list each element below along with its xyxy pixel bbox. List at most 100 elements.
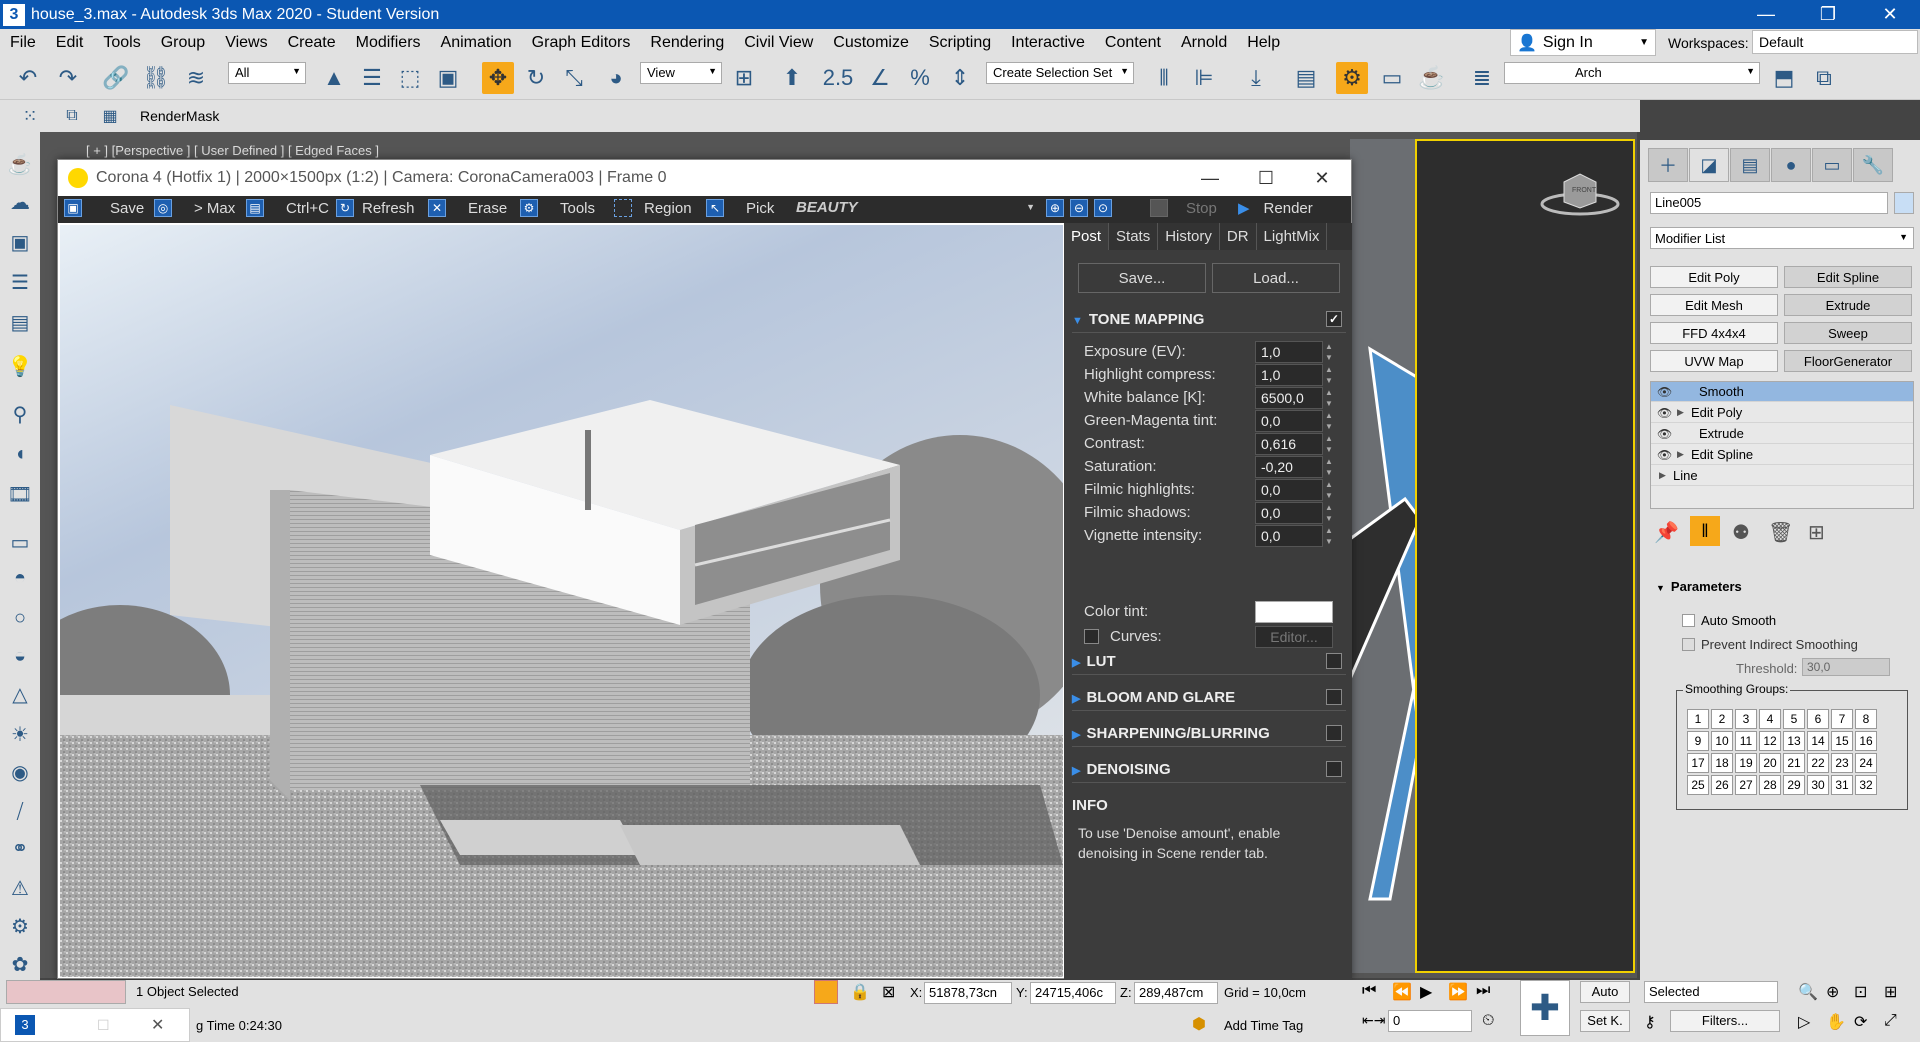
angle-snap-icon[interactable]: ∠ (864, 62, 896, 94)
teapot-icon[interactable]: ☕ (6, 150, 34, 178)
spinner-icon[interactable]: ▲ ▼ (1325, 410, 1333, 432)
menu-item-rendering[interactable]: Rendering (640, 29, 734, 56)
render-production-icon[interactable]: ☕ (1416, 62, 1448, 94)
eye-icon[interactable]: 👁 (1657, 406, 1677, 420)
menu-item-graph-editors[interactable]: Graph Editors (522, 29, 641, 56)
menu-item-modifiers[interactable]: Modifiers (346, 29, 431, 56)
smoothing-group-button[interactable]: 30 (1807, 775, 1829, 795)
window-crossing-icon[interactable]: ▣ (432, 62, 464, 94)
menu-item-interactive[interactable]: Interactive (1001, 29, 1095, 56)
denoising-section[interactable]: ▶ DENOISING (1072, 761, 1346, 783)
list-icon[interactable]: ☰ (6, 268, 34, 296)
render-setup-icon[interactable]: ⚙ (1336, 62, 1368, 94)
y-coordinate-field[interactable]: 24715,406c (1030, 982, 1116, 1004)
eye-icon[interactable]: 👁 (1657, 385, 1677, 399)
scale-icon[interactable]: ⤡ (558, 62, 590, 94)
zoom-extents-all-icon[interactable]: ⊞ (1884, 982, 1897, 1002)
disk-icon[interactable]: ◉ (6, 758, 34, 786)
time-config-icon[interactable]: ⏲ (1482, 1012, 1494, 1030)
menu-item-help[interactable]: Help (1237, 29, 1290, 56)
key-mode-toggle-icon[interactable]: ⚷ (1644, 1012, 1656, 1032)
color-tint-swatch[interactable] (1255, 601, 1333, 623)
bloom-glare-section[interactable]: ▶ BLOOM AND GLARE (1072, 689, 1346, 711)
param-value-field[interactable]: 0,0 (1255, 525, 1323, 547)
smoothing-group-button[interactable]: 9 (1687, 731, 1709, 751)
time-tag-icon[interactable]: ⬢ (1192, 1014, 1206, 1034)
stack-icon[interactable]: ⧉ (1808, 62, 1840, 94)
smoothing-group-button[interactable]: 20 (1759, 753, 1781, 773)
gear-icon[interactable]: ⚙ (6, 912, 34, 940)
place-icon[interactable]: ◕ (600, 62, 632, 94)
orbit-icon[interactable]: ⟳ (1854, 1012, 1867, 1032)
smoothing-group-button[interactable]: 28 (1759, 775, 1781, 795)
stairs-icon[interactable]: ⧸ (6, 798, 34, 826)
parameters-header[interactable]: ▼ Parameters (1656, 579, 1742, 594)
vfb-tools-button[interactable]: ⚙ Tools (520, 199, 595, 217)
vfb-stop-button[interactable]: Stop (1150, 199, 1217, 217)
smoothing-group-button[interactable]: 23 (1831, 753, 1853, 773)
smoothing-group-button[interactable]: 21 (1783, 753, 1805, 773)
smoothing-group-button[interactable]: 3 (1735, 709, 1757, 729)
smoothing-group-button[interactable]: 25 (1687, 775, 1709, 795)
vfb-save-button[interactable]: ▣ Save (64, 199, 144, 217)
layer-dropdown[interactable]: Arch (1504, 62, 1760, 84)
snap-icon[interactable]: 2.5 (822, 62, 854, 94)
param-value-field[interactable]: -0,20 (1255, 456, 1323, 478)
set-key-icon[interactable]: ✚ (1520, 980, 1570, 1036)
rotate-icon[interactable]: ↻ (520, 62, 552, 94)
spinner-snap-icon[interactable]: ⇕ (944, 62, 976, 94)
active-viewport-region[interactable] (1415, 139, 1635, 973)
smoothing-group-button[interactable]: 12 (1759, 731, 1781, 751)
next-frame-icon[interactable]: ⏩ (1448, 982, 1468, 1002)
smoothing-group-button[interactable]: 17 (1687, 753, 1709, 773)
smoothing-group-button[interactable]: 7 (1831, 709, 1853, 729)
tab-post[interactable]: Post (1064, 223, 1110, 250)
maxscript-listener[interactable] (6, 980, 126, 1004)
sharpening-checkbox[interactable] (1326, 725, 1342, 741)
menu-item-tools[interactable]: Tools (93, 29, 150, 56)
bind-spacewarp-icon[interactable]: ≋ (180, 62, 212, 94)
move-icon[interactable]: ✥ (482, 62, 514, 94)
selection-filter-dropdown[interactable]: All (228, 62, 306, 84)
menu-item-arnold[interactable]: Arnold (1171, 29, 1237, 56)
menu-item-views[interactable]: Views (215, 29, 277, 56)
smoothing-group-button[interactable]: 13 (1783, 731, 1805, 751)
tab-lightmix[interactable]: LightMix (1257, 223, 1328, 250)
reference-coordinate-dropdown[interactable]: View (640, 62, 722, 84)
tone-mapping-checkbox[interactable]: ✓ (1326, 311, 1342, 327)
display-tab-icon[interactable]: ▭ (1812, 148, 1852, 182)
pan-icon[interactable]: ✋ (1826, 1012, 1846, 1032)
eye-icon[interactable]: 👁 (1657, 448, 1677, 462)
smoothing-group-button[interactable]: 27 (1735, 775, 1757, 795)
smoothing-group-button[interactable]: 5 (1783, 709, 1805, 729)
image-icon[interactable]: ▣ (6, 228, 34, 256)
smoothing-group-button[interactable]: 19 (1735, 753, 1757, 773)
pivot-icon[interactable]: ⊞ (728, 62, 760, 94)
modifier-button[interactable]: Extrude (1784, 294, 1912, 316)
curves-checkbox[interactable] (1084, 629, 1099, 644)
mirror-icon[interactable]: ⫴ (1148, 62, 1180, 94)
smoothing-group-button[interactable]: 6 (1807, 709, 1829, 729)
smoothing-group-button[interactable]: 4 (1759, 709, 1781, 729)
sun-icon[interactable]: ☀ (6, 720, 34, 748)
play-icon[interactable]: ▶ (1420, 982, 1432, 1002)
menu-item-scripting[interactable]: Scripting (919, 29, 1001, 56)
object-name-field[interactable]: Line005 (1650, 192, 1888, 214)
smoothing-group-button[interactable]: 18 (1711, 753, 1733, 773)
menu-item-animation[interactable]: Animation (431, 29, 522, 56)
tab-history[interactable]: History (1158, 223, 1220, 250)
menu-item-civil-view[interactable]: Civil View (734, 29, 823, 56)
manipulate-icon[interactable]: ⬆ (776, 62, 808, 94)
menu-item-content[interactable]: Content (1095, 29, 1171, 56)
spinner-icon[interactable]: ▲ ▼ (1325, 456, 1333, 478)
rendered-frame-window-icon[interactable]: ▭ (1376, 62, 1408, 94)
modifier-button[interactable]: Edit Mesh (1650, 294, 1778, 316)
plane-icon[interactable]: ▭ (6, 528, 34, 556)
percent-snap-icon[interactable]: % (904, 62, 936, 94)
zoom-icon[interactable]: 🔍 (1798, 982, 1818, 1002)
select-by-name-icon[interactable]: ☰ (356, 62, 388, 94)
render-element-dropdown[interactable]: BEAUTY (796, 199, 1039, 220)
vfb-erase-button[interactable]: ✕ Erase (428, 199, 507, 217)
stack-item-edit-poly[interactable]: 👁 ▶ Edit Poly (1651, 403, 1913, 423)
modifier-list-dropdown[interactable]: Modifier List (1650, 227, 1914, 249)
